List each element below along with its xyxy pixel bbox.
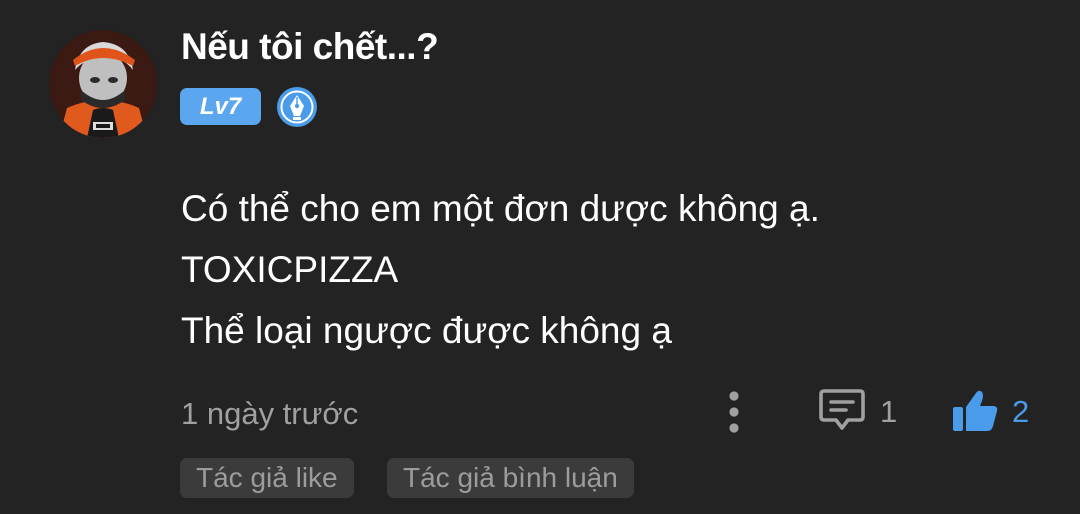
comment-line: Có thể cho em một đơn dược không ạ. — [181, 188, 820, 229]
like-button[interactable]: 2 — [950, 388, 1029, 436]
username[interactable]: Nếu tôi chết...? — [181, 26, 439, 68]
level-badge: Lv7 — [180, 88, 261, 125]
thumbs-up-icon — [950, 387, 1000, 438]
comment-line: Thể loại ngược được không ạ — [181, 310, 672, 351]
user-avatar[interactable] — [49, 30, 157, 138]
reply-count: 1 — [880, 394, 898, 429]
comment-text: Có thể cho em một đơn dược không ạ. TOXI… — [181, 178, 820, 361]
more-vertical-icon[interactable] — [722, 390, 746, 434]
pen-badge-icon — [276, 86, 318, 128]
like-count: 2 — [1012, 394, 1030, 429]
comment-icon — [818, 387, 866, 438]
tag-author-reply: Tác giả bình luận — [387, 458, 634, 498]
tag-author-like: Tác giả like — [180, 458, 354, 498]
reply-button[interactable]: 1 — [818, 388, 897, 436]
avatar-image — [49, 30, 157, 138]
comment-line: TOXICPIZZA — [181, 249, 399, 290]
timestamp: 1 ngày trước — [181, 396, 359, 431]
